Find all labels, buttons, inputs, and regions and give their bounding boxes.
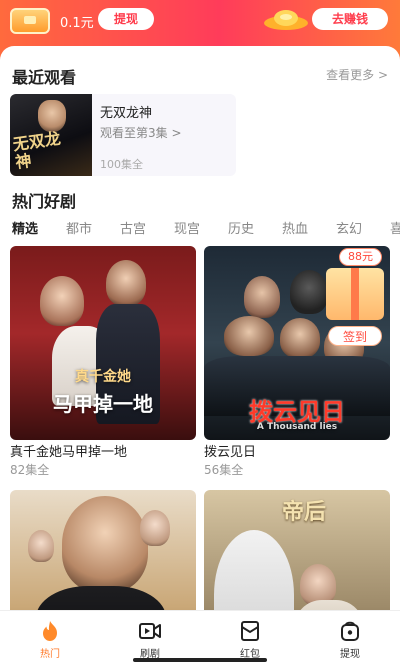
gold-ingot-icon[interactable] [262,7,310,31]
withdraw-button[interactable]: 提现 [98,8,154,30]
wallet-icon[interactable] [10,8,50,34]
drama-card[interactable]: 帝后 [204,490,390,610]
category-tabs: 精选 都市 古宫 现宫 历史 热血 玄幻 喜 [0,218,400,240]
earn-money-button[interactable]: 去赚钱 [312,8,388,30]
tab-modern-palace[interactable]: 现宫 [174,218,200,237]
tab-fantasy[interactable]: 玄幻 [336,218,362,237]
drama-poster-image: 帝后 [204,490,390,610]
video-icon [139,623,161,639]
reward-badge: 88元 [339,248,382,266]
nav-label: 提现 [340,649,360,660]
drama-title: 真千金她马甲掉一地 [10,445,128,460]
poster-subtitle: A Thousand lies [256,422,338,432]
recent-poster-image: 无双龙神 [10,94,92,176]
drama-episode-count: 56集全 [204,463,244,477]
main-content: 最近观看 查看更多 > 无双龙神 无双龙神 观看至第3集 > 100集全 热门好… [0,46,400,610]
drama-title: 拨云见日 [204,445,257,460]
drama-poster-image: 真千金她 马甲掉一地 [10,246,196,440]
withdraw-bag-icon [341,621,359,641]
nav-hot[interactable]: 热门 [0,611,100,667]
drama-episode-count: 82集全 [10,463,50,477]
balance-amount: 0.1元 [60,16,94,31]
drama-poster-image: 拨云见日 A Thousand lies 88元 签到 [204,246,390,440]
see-more-link[interactable]: 查看更多 > [326,66,388,83]
drama-card[interactable] [10,490,196,610]
recent-drama-name: 无双龙神 [100,106,153,121]
drama-card[interactable]: 真千金她 马甲掉一地 真千金她马甲掉一地 82集全 [10,246,196,478]
nav-withdraw[interactable]: 提现 [300,611,400,667]
poster-title-line-2: 马甲掉一地 [53,392,153,416]
poster-title-line-1: 真千金她 [75,369,131,385]
tab-hot-blood[interactable]: 热血 [282,218,308,237]
red-packet-icon [241,621,259,641]
recent-poster-text: 无双龙神 [11,128,62,173]
recent-section-title: 最近观看 [12,68,77,87]
gift-box-icon[interactable] [326,268,384,320]
tab-urban[interactable]: 都市 [66,218,92,237]
hot-section-title: 热门好剧 [12,192,77,211]
recent-drama-card[interactable]: 无双龙神 无双龙神 观看至第3集 > 100集全 [10,94,236,176]
nav-label: 热门 [40,649,60,660]
tab-ancient-palace[interactable]: 古宫 [120,218,146,237]
tab-comedy[interactable]: 喜 [390,218,400,237]
home-indicator [133,658,267,662]
poster-title-line-1: 帝后 [281,500,326,525]
checkin-button[interactable]: 签到 [328,326,382,346]
drama-poster-image [10,490,196,610]
tab-featured[interactable]: 精选 [12,218,38,237]
tab-history[interactable]: 历史 [228,218,254,237]
drama-card[interactable]: 拨云见日 A Thousand lies 88元 签到 拨云见日 56集全 [204,246,390,478]
recent-episode-count: 100集全 [100,158,143,171]
recent-progress[interactable]: 观看至第3集 > [100,124,182,141]
flame-icon [43,621,57,641]
